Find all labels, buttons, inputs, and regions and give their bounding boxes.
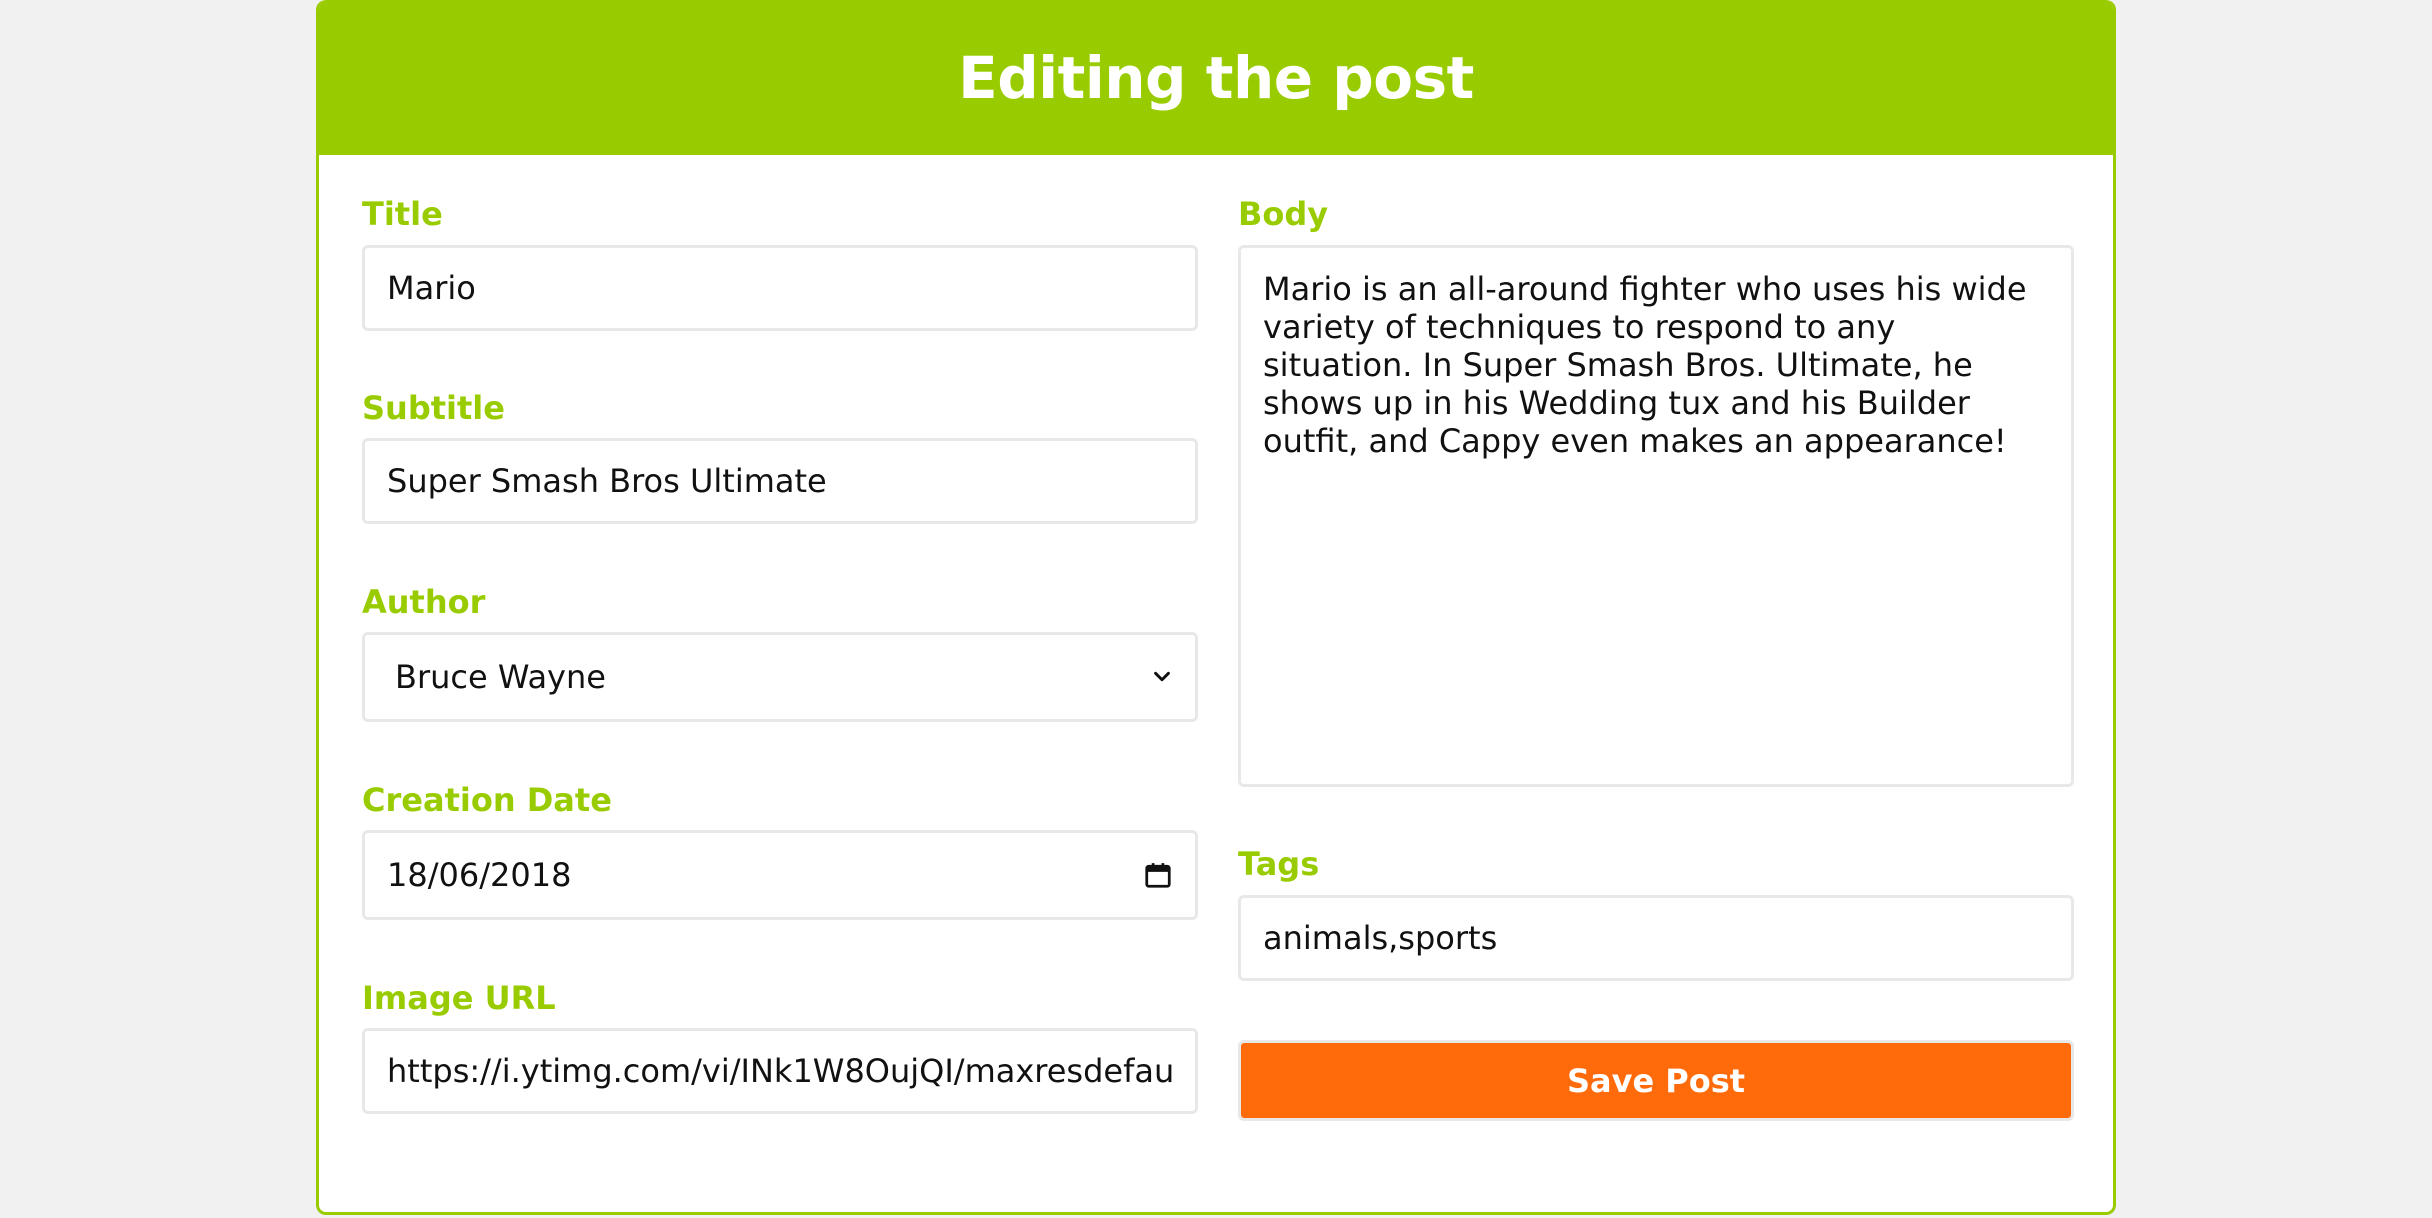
image-url-label: Image URL bbox=[362, 979, 556, 1017]
title-input[interactable]: Mario bbox=[362, 245, 1198, 331]
creation-date-input[interactable]: 18/06/2018 bbox=[362, 830, 1198, 920]
creation-date-value: 18/06/2018 bbox=[387, 856, 572, 894]
subtitle-label: Subtitle bbox=[362, 389, 505, 427]
page-title: Editing the post bbox=[958, 43, 1474, 112]
subtitle-input[interactable]: Super Smash Bros Ultimate bbox=[362, 438, 1198, 524]
author-select-value: Bruce Wayne bbox=[395, 658, 606, 696]
body-label: Body bbox=[1238, 195, 1329, 233]
subtitle-input-value: Super Smash Bros Ultimate bbox=[387, 462, 827, 500]
tags-label: Tags bbox=[1238, 845, 1320, 883]
body-textarea[interactable]: Mario is an all-around fighter who uses … bbox=[1238, 245, 2074, 787]
title-label: Title bbox=[362, 195, 443, 233]
chevron-down-icon bbox=[1154, 671, 1170, 682]
author-select[interactable]: Bruce Wayne bbox=[362, 632, 1198, 722]
creation-date-label: Creation Date bbox=[362, 781, 612, 819]
calendar-icon[interactable] bbox=[1143, 860, 1173, 890]
card-header: Editing the post bbox=[319, 0, 2113, 155]
body-textarea-value: Mario is an all-around fighter who uses … bbox=[1263, 270, 2027, 460]
tags-input[interactable]: animals,sports bbox=[1238, 895, 2074, 981]
save-post-button[interactable]: Save Post bbox=[1238, 1040, 2074, 1121]
author-label: Author bbox=[362, 583, 486, 621]
image-url-input[interactable]: https://i.ytimg.com/vi/INk1W8OujQI/maxre… bbox=[362, 1028, 1198, 1114]
edit-post-card: Editing the post Title Mario Subtitle Su… bbox=[316, 0, 2116, 1215]
image-url-value: https://i.ytimg.com/vi/INk1W8OujQI/maxre… bbox=[387, 1052, 1173, 1090]
title-input-value: Mario bbox=[387, 269, 476, 307]
tags-input-value: animals,sports bbox=[1263, 919, 1498, 957]
